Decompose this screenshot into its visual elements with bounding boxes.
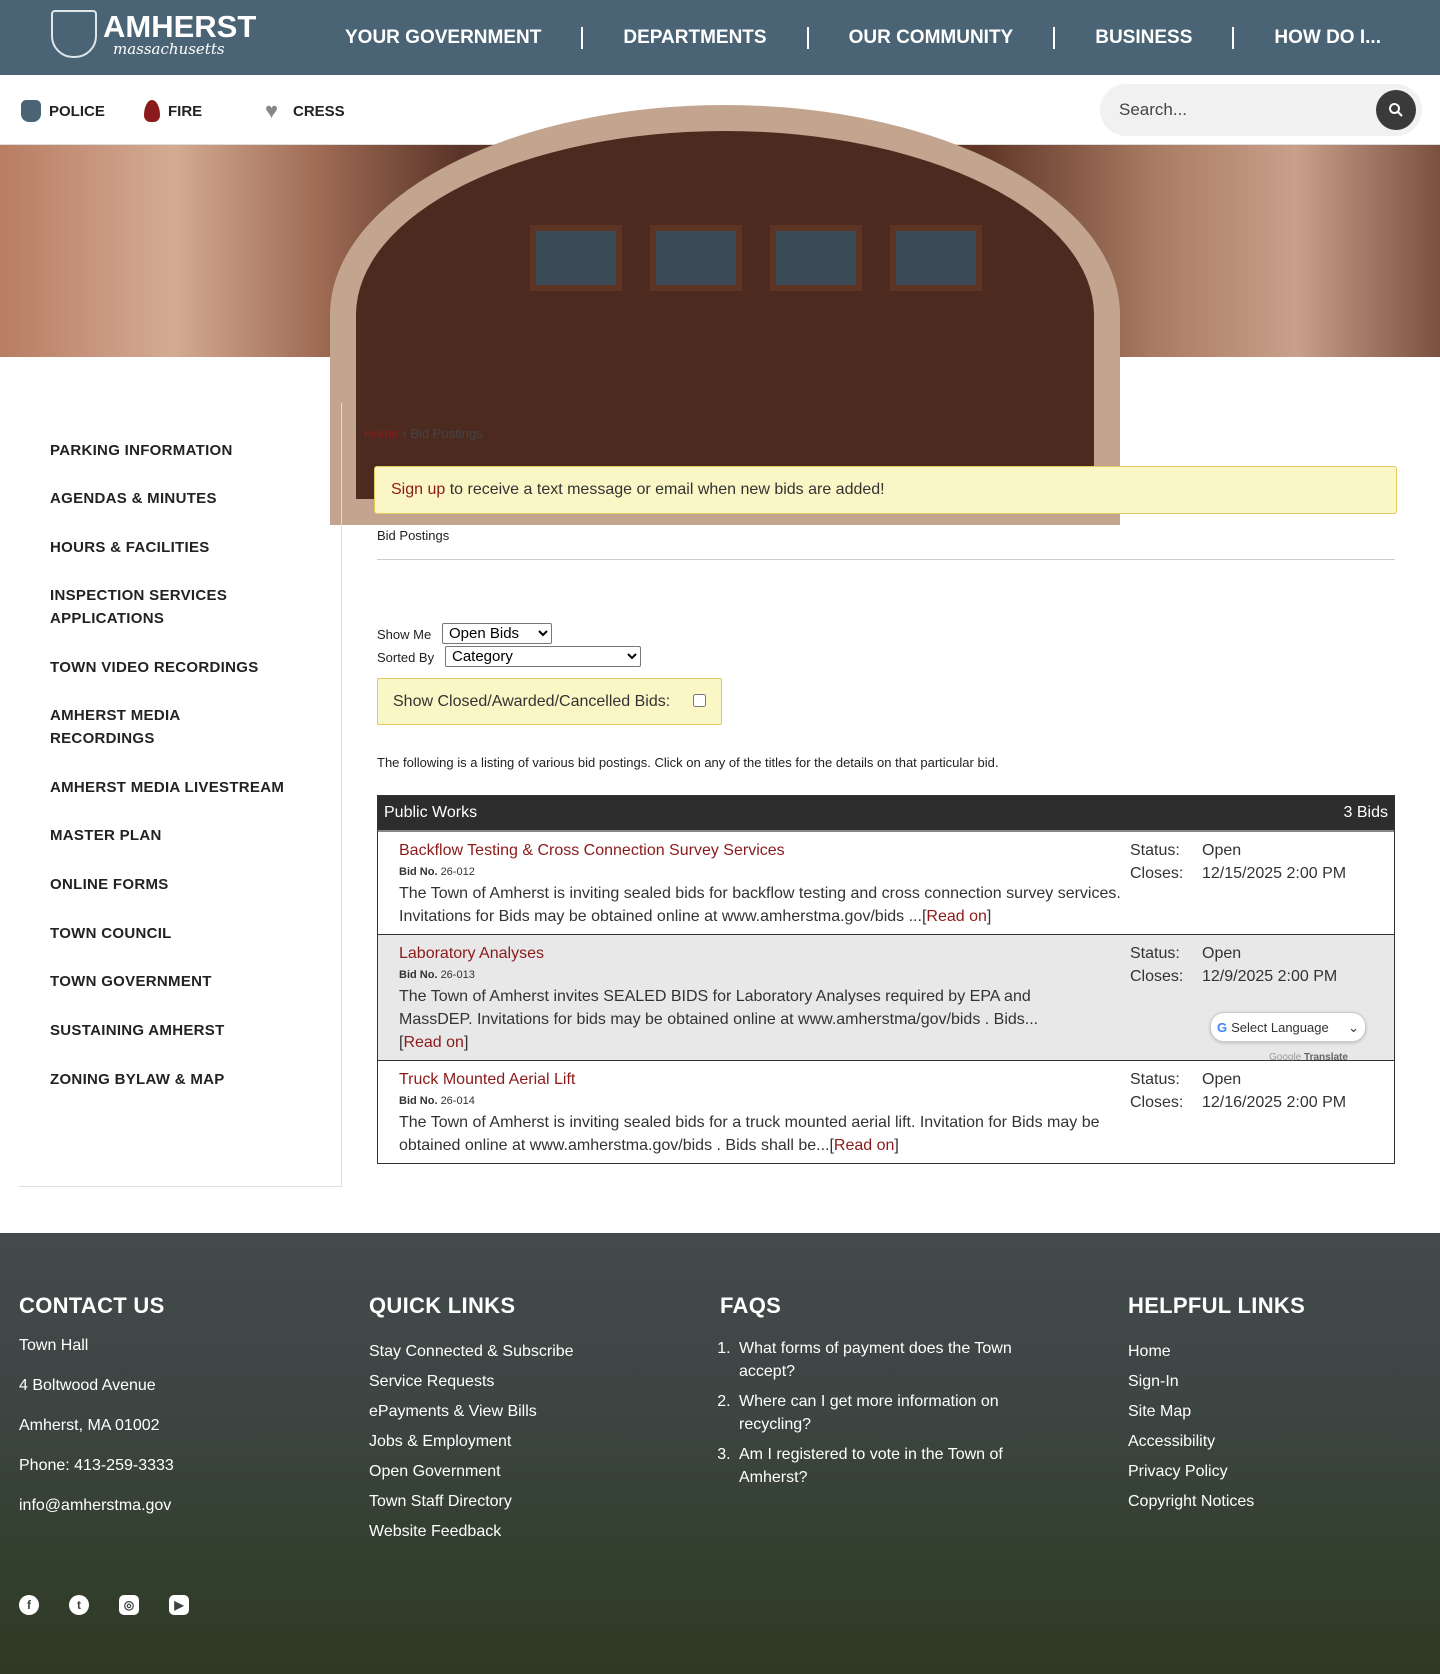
bids-table: Public Works 3 Bids Backflow Testing & Cr… bbox=[377, 795, 1395, 1164]
show-me-label: Show Me bbox=[377, 627, 432, 642]
amherst-logo[interactable]: AMHERST massachusetts bbox=[51, 10, 256, 58]
footer-link[interactable]: Town Staff Directory bbox=[369, 1487, 574, 1517]
faq-link[interactable]: Am I registered to vote in the Town of A… bbox=[739, 1446, 1003, 1486]
sidebar-item[interactable]: SUSTAINING AMHERST bbox=[50, 1019, 310, 1042]
youtube-icon[interactable]: ▶ bbox=[169, 1595, 189, 1615]
quick-link-police[interactable]: POLICE bbox=[21, 100, 105, 122]
sorted-by-label: Sorted By bbox=[377, 650, 435, 665]
nav-your-government[interactable]: YOUR GOVERNMENT bbox=[345, 27, 541, 49]
sidebar-item[interactable]: ZONING BYLAW & MAP bbox=[50, 1068, 310, 1091]
nav-departments[interactable]: DEPARTMENTS bbox=[623, 27, 766, 49]
show-me-select[interactable]: Open Bids bbox=[442, 623, 552, 644]
sorted-by-select[interactable]: Category bbox=[445, 646, 641, 667]
footer-link[interactable]: Open Government bbox=[369, 1457, 574, 1487]
town-seal-icon bbox=[51, 10, 97, 58]
search-icon bbox=[1389, 103, 1403, 117]
door-window bbox=[530, 225, 622, 291]
divider bbox=[806, 26, 809, 49]
sidebar-nav: PARKING INFORMATION AGENDAS & MINUTES HO… bbox=[19, 403, 342, 1187]
breadcrumb-home[interactable]: Home bbox=[364, 426, 399, 441]
read-on-link[interactable]: Read on bbox=[403, 1034, 464, 1051]
email-link[interactable]: info@amherstma.gov bbox=[19, 1497, 174, 1515]
bid-row: Laboratory Analyses Bid No. 26-013 The T… bbox=[378, 935, 1394, 1063]
show-closed-checkbox[interactable] bbox=[693, 694, 706, 707]
sidebar-item[interactable]: PARKING INFORMATION bbox=[50, 439, 310, 462]
badge-icon bbox=[21, 100, 41, 122]
bid-row: Truck Mounted Aerial Lift Bid No. 26-014… bbox=[378, 1061, 1394, 1163]
sidebar-item[interactable]: MASTER PLAN bbox=[50, 824, 310, 847]
footer-link[interactable]: Accessibility bbox=[1128, 1427, 1305, 1457]
footer-helpful-links: HELPFUL LINKS Home Sign-In Site Map Acce… bbox=[1128, 1293, 1305, 1517]
instagram-icon[interactable]: ◎ bbox=[119, 1595, 139, 1615]
social-links: f t ◎ ▶ bbox=[19, 1595, 189, 1615]
sidebar-item[interactable]: AGENDAS & MINUTES bbox=[50, 487, 310, 510]
footer-link[interactable]: Jobs & Employment bbox=[369, 1427, 574, 1457]
nav-our-community[interactable]: OUR COMMUNITY bbox=[849, 27, 1014, 49]
footer-link[interactable]: Service Requests bbox=[369, 1367, 574, 1397]
read-on-link[interactable]: Read on bbox=[834, 1137, 895, 1154]
search-button[interactable] bbox=[1376, 90, 1416, 130]
footer-quick-links: QUICK LINKS Stay Connected & Subscribe S… bbox=[369, 1293, 574, 1547]
faq-link[interactable]: Where can I get more information on recy… bbox=[739, 1393, 999, 1433]
footer-link[interactable]: ePayments & View Bills bbox=[369, 1397, 574, 1427]
footer-link[interactable]: Stay Connected & Subscribe bbox=[369, 1337, 574, 1367]
sidebar-item[interactable]: AMHERST MEDIA RECORDINGS bbox=[50, 704, 230, 750]
faq-link[interactable]: What forms of payment does the Town acce… bbox=[739, 1340, 1012, 1380]
heart-icon: ♥ bbox=[265, 98, 279, 123]
quick-link-cress[interactable]: ♥ CRESS bbox=[265, 100, 345, 122]
bid-title-link[interactable]: Backflow Testing & Cross Connection Surv… bbox=[399, 842, 785, 859]
main-nav: YOUR GOVERNMENT DEPARTMENTS OUR COMMUNIT… bbox=[345, 0, 1381, 75]
door-arch bbox=[330, 105, 1120, 525]
select-language-dropdown[interactable]: G Select Language ⌄ bbox=[1210, 1012, 1366, 1042]
footer-faqs: FAQS What forms of payment does the Town… bbox=[720, 1293, 1050, 1489]
google-icon: G bbox=[1217, 1019, 1228, 1035]
footer-link[interactable]: Copyright Notices bbox=[1128, 1487, 1305, 1517]
quick-link-fire[interactable]: FIRE bbox=[144, 100, 202, 122]
sidebar-item[interactable]: TOWN GOVERNMENT bbox=[50, 970, 310, 993]
signup-alert: Sign up to receive a text message or ema… bbox=[374, 466, 1397, 514]
show-closed-box: Show Closed/Awarded/Cancelled Bids: bbox=[377, 678, 722, 725]
category-header: Public Works 3 Bids bbox=[378, 796, 1394, 832]
divider bbox=[377, 559, 1395, 560]
footer-contact: CONTACT US Town Hall 4 Boltwood Avenue A… bbox=[19, 1293, 174, 1515]
bid-row: Backflow Testing & Cross Connection Surv… bbox=[378, 832, 1394, 935]
door-window bbox=[650, 225, 742, 291]
search-input[interactable]: Search... bbox=[1100, 84, 1422, 136]
door-window bbox=[770, 225, 862, 291]
sidebar-item[interactable]: TOWN COUNCIL bbox=[50, 922, 310, 945]
sidebar-item[interactable]: TOWN VIDEO RECORDINGS bbox=[50, 656, 310, 679]
sidebar-item[interactable]: ONLINE FORMS bbox=[50, 873, 310, 896]
footer: CONTACT US Town Hall 4 Boltwood Avenue A… bbox=[0, 1233, 1440, 1674]
chevron-down-icon: ⌄ bbox=[1348, 1019, 1359, 1035]
bid-title-link[interactable]: Truck Mounted Aerial Lift bbox=[399, 1071, 575, 1088]
footer-link[interactable]: Website Feedback bbox=[369, 1517, 574, 1547]
footer-link[interactable]: Site Map bbox=[1128, 1397, 1305, 1427]
flame-icon bbox=[144, 100, 160, 122]
facebook-icon[interactable]: f bbox=[19, 1595, 39, 1615]
sign-up-link[interactable]: Sign up bbox=[391, 481, 445, 498]
sidebar-item[interactable]: INSPECTION SERVICES APPLICATIONS bbox=[50, 584, 270, 630]
breadcrumb: Home › Bid Postings bbox=[364, 426, 483, 441]
nav-how-do-i[interactable]: HOW DO I... bbox=[1274, 27, 1381, 49]
nav-business[interactable]: BUSINESS bbox=[1095, 27, 1192, 49]
divider bbox=[1232, 26, 1235, 49]
read-on-link[interactable]: Read on bbox=[926, 908, 987, 925]
bid-title-link[interactable]: Laboratory Analyses bbox=[399, 945, 544, 962]
top-header: AMHERST massachusetts YOUR GOVERNMENT DEP… bbox=[0, 0, 1440, 75]
door-window bbox=[890, 225, 982, 291]
footer-link[interactable]: Home bbox=[1128, 1337, 1305, 1367]
intro-text: The following is a listing of various bi… bbox=[377, 755, 999, 770]
section-title: Bid Postings bbox=[377, 528, 450, 543]
twitter-icon[interactable]: t bbox=[69, 1595, 89, 1615]
sidebar-item[interactable]: HOURS & FACILITIES bbox=[50, 536, 310, 559]
hero-image bbox=[0, 105, 1440, 525]
sidebar-item[interactable]: AMHERST MEDIA LIVESTREAM bbox=[50, 776, 310, 799]
footer-link[interactable]: Privacy Policy bbox=[1128, 1457, 1305, 1487]
divider bbox=[581, 26, 584, 49]
footer-link[interactable]: Sign-In bbox=[1128, 1367, 1305, 1397]
divider bbox=[1053, 26, 1056, 49]
